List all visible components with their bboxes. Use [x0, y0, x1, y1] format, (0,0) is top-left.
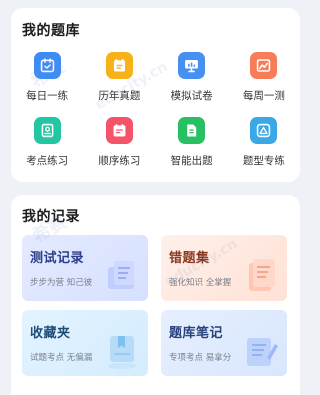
- key-points-practice-button[interactable]: 考点练习: [11, 117, 83, 168]
- mock-exam-button[interactable]: 模拟试卷: [156, 52, 228, 103]
- test-record-card[interactable]: 测试记录 步步为营 知己彼: [22, 235, 148, 301]
- question-bank-grid: 每日一练 历年真题 模拟试卷 每周一测 考点练习 顺序练习 智能出题 题型专练: [11, 52, 300, 168]
- test-record-subtitle: 步步为营 知己彼: [30, 278, 93, 288]
- presentation-board-icon: [178, 52, 206, 79]
- favorites-title: 收藏夹: [30, 326, 71, 341]
- daily-practice-button[interactable]: 每日一练: [11, 52, 83, 103]
- sequential-practice-label: 顺序练习: [98, 155, 141, 167]
- exam-paper-icon: [105, 52, 133, 79]
- notes-illustration-icon: [247, 338, 278, 366]
- question-notes-card[interactable]: 题库笔记 专项考点 易拿分: [161, 310, 287, 376]
- past-exams-button[interactable]: 历年真题: [83, 52, 155, 103]
- question-notes-subtitle: 专项考点 易拿分: [169, 353, 232, 363]
- test-record-title: 测试记录: [30, 251, 85, 266]
- smart-questions-button[interactable]: 智能出题: [156, 117, 228, 168]
- past-exams-label: 历年真题: [98, 90, 141, 102]
- smart-questions-label: 智能出题: [170, 155, 213, 167]
- triangle-badge-icon: [250, 117, 278, 144]
- question-bank-title: 我的题库: [22, 23, 80, 39]
- records-title: 我的记录: [22, 209, 80, 225]
- favorites-subtitle: 试题考点 无偏漏: [30, 353, 93, 363]
- records-card: 我的记录 测试记录 步步为营 知己彼 错题集 强化知识 全掌握 收藏夹 试题考点…: [11, 195, 300, 395]
- test-record-illustration-icon: [108, 261, 134, 289]
- wrong-questions-card[interactable]: 错题集 强化知识 全掌握: [161, 235, 287, 301]
- wrong-question-illustration-icon: [249, 259, 275, 291]
- certificate-icon: [33, 117, 61, 144]
- calendar-list-icon: [105, 117, 133, 144]
- records-grid: 测试记录 步步为营 知己彼 错题集 强化知识 全掌握 收藏夹 试题考点 无偏漏 …: [22, 235, 288, 376]
- sequential-practice-button[interactable]: 顺序练习: [83, 117, 155, 168]
- wrong-questions-title: 错题集: [169, 251, 210, 266]
- favorites-card[interactable]: 收藏夹 试题考点 无偏漏: [22, 310, 148, 376]
- weekly-test-label: 每周一测: [242, 90, 285, 102]
- question-notes-title: 题库笔记: [169, 326, 224, 341]
- wrong-questions-subtitle: 强化知识 全掌握: [169, 278, 232, 288]
- question-type-practice-button[interactable]: 题型专练: [228, 117, 300, 168]
- image-chart-icon: [250, 52, 278, 79]
- question-bank-card: 我的题库 每日一练 历年真题 模拟试卷 每周一测 考点练习 顺序练习 智能出题 …: [11, 8, 300, 182]
- question-type-practice-label: 题型专练: [242, 155, 285, 167]
- daily-practice-label: 每日一练: [26, 90, 69, 102]
- smart-document-icon: [178, 117, 206, 144]
- key-points-practice-label: 考点练习: [26, 155, 69, 167]
- weekly-test-button[interactable]: 每周一测: [228, 52, 300, 103]
- calendar-check-icon: [33, 52, 61, 79]
- mock-exam-label: 模拟试卷: [170, 90, 213, 102]
- favorites-illustration-icon: [108, 336, 136, 369]
